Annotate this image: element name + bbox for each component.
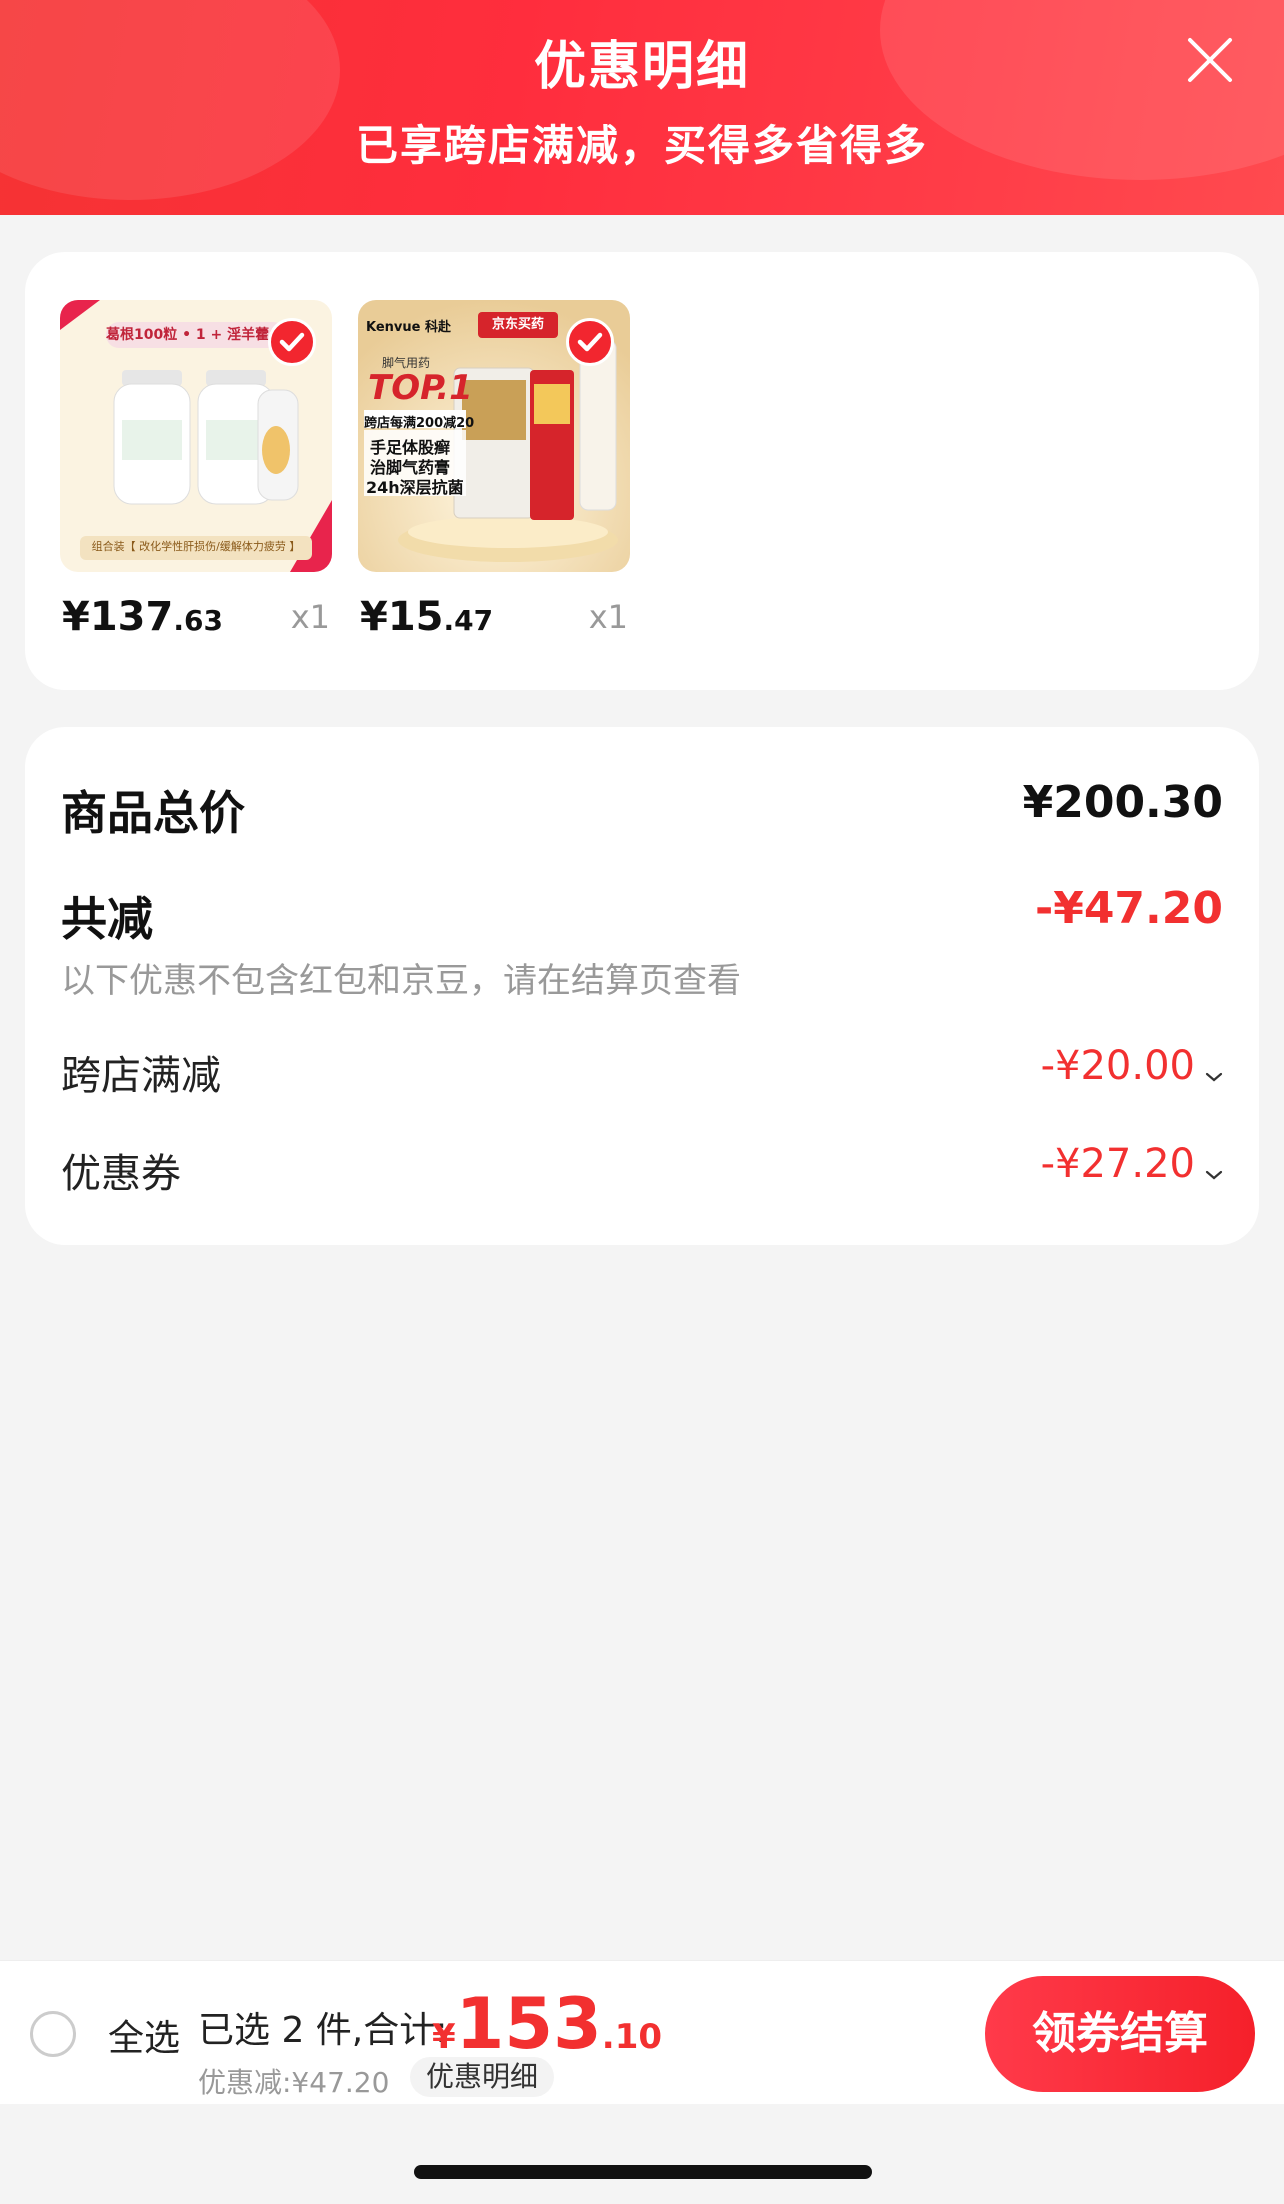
price-integer: ¥15 (360, 594, 444, 640)
total-price-value: ¥200.30 (1022, 777, 1223, 828)
discount-detail-chip[interactable]: 优惠明细 (410, 2057, 555, 2097)
product-selected-check[interactable] (566, 318, 614, 366)
product-price-row: ¥15.47 x1 (358, 594, 630, 644)
select-all-label[interactable]: 全选 (108, 2009, 180, 2061)
discount-item-value: -¥20.00 (1040, 1043, 1195, 1089)
thumb-text: 24h深层抗菌 (366, 478, 464, 497)
discount-item-value-wrap[interactable]: -¥27.20 (1041, 1141, 1223, 1188)
discount-detail-header: 优惠明细 已享跨店满减，买得多省得多 (0, 0, 1284, 215)
selected-count-text: 已选 2 件,合计: (198, 2010, 448, 2051)
select-all-radio[interactable] (30, 2011, 76, 2057)
checkout-button[interactable]: 领券结算 (985, 1976, 1255, 2092)
product-thumbnail[interactable]: Kenvue 科赴 京东买药 脚气用药 TOP.1 跨店每满200减20 手足体… (358, 300, 630, 572)
total-reduction-label: 共减 (61, 892, 153, 946)
product-thumbnail[interactable]: 葛根100粒 • 1 + 淫羊藿60粒 组合装【 改化学性肝损伤/缓解体力疲劳 … (60, 300, 332, 572)
total-amount: ¥153.10 (432, 1983, 662, 2065)
product-item[interactable]: 葛根100粒 • 1 + 淫羊藿60粒 组合装【 改化学性肝损伤/缓解体力疲劳 … (60, 300, 332, 644)
total-price-label: 商品总价 (61, 786, 245, 840)
discount-item-label: 跨店满减 (61, 1053, 221, 1099)
discount-item-value-wrap[interactable]: -¥20.00 (1041, 1043, 1223, 1090)
product-selected-check[interactable] (268, 318, 316, 366)
price-decimal: .47 (443, 604, 494, 637)
discount-amount-text: 优惠减:¥47.20 (198, 2066, 390, 2099)
amount-integer: 153 (455, 1983, 602, 2065)
page-title: 优惠明细 (533, 37, 750, 97)
currency-symbol: ¥ (432, 2017, 456, 2057)
thumb-text: TOP.1 (368, 368, 473, 408)
amount-decimal: .10 (601, 2017, 663, 2057)
product-quantity: x1 (588, 598, 628, 636)
thumb-text: Kenvue 科赴 (366, 320, 451, 335)
chevron-down-icon (1205, 1158, 1223, 1188)
close-icon (1188, 38, 1232, 82)
thumb-text: 京东买药 (478, 312, 558, 338)
discount-item-value: -¥27.20 (1040, 1141, 1195, 1187)
product-price: ¥15.47 (360, 594, 493, 640)
discount-note: 以下优惠不包含红包和京豆，请在结算页查看 (61, 961, 741, 1001)
checkmark-icon (577, 332, 603, 352)
close-button[interactable] (1180, 30, 1240, 90)
checkmark-icon (279, 332, 305, 352)
product-list-card: 葛根100粒 • 1 + 淫羊藿60粒 组合装【 改化学性肝损伤/缓解体力疲劳 … (25, 252, 1259, 690)
thumb-text: 跨店每满200减20 (364, 416, 475, 431)
discount-item-label: 优惠券 (61, 1151, 181, 1197)
chevron-down-icon (1205, 1060, 1223, 1090)
page-subtitle: 已享跨店满减，买得多省得多 (355, 121, 928, 170)
checkout-bar: 全选 已选 2 件,合计: ¥153.10 优惠减:¥47.20 优惠明细 领券… (0, 1960, 1284, 2104)
home-indicator (414, 2165, 872, 2179)
product-item[interactable]: Kenvue 科赴 京东买药 脚气用药 TOP.1 跨店每满200减20 手足体… (358, 300, 630, 644)
thumb-text: 组合装【 改化学性肝损伤/缓解体力疲劳 】 (91, 540, 301, 553)
product-price: ¥137.63 (62, 594, 223, 640)
price-summary-card: 商品总价 ¥200.30 共减 -¥47.20 以下优惠不包含红包和京豆，请在结… (25, 727, 1259, 1245)
total-reduction-value: -¥47.20 (1034, 883, 1223, 934)
product-price-row: ¥137.63 x1 (60, 594, 332, 644)
price-decimal: .63 (173, 604, 223, 637)
price-integer: ¥137 (62, 594, 174, 640)
thumb-text: 葛根100粒 • 1 + 淫羊藿60粒 (106, 327, 286, 343)
product-quantity: x1 (290, 598, 330, 636)
